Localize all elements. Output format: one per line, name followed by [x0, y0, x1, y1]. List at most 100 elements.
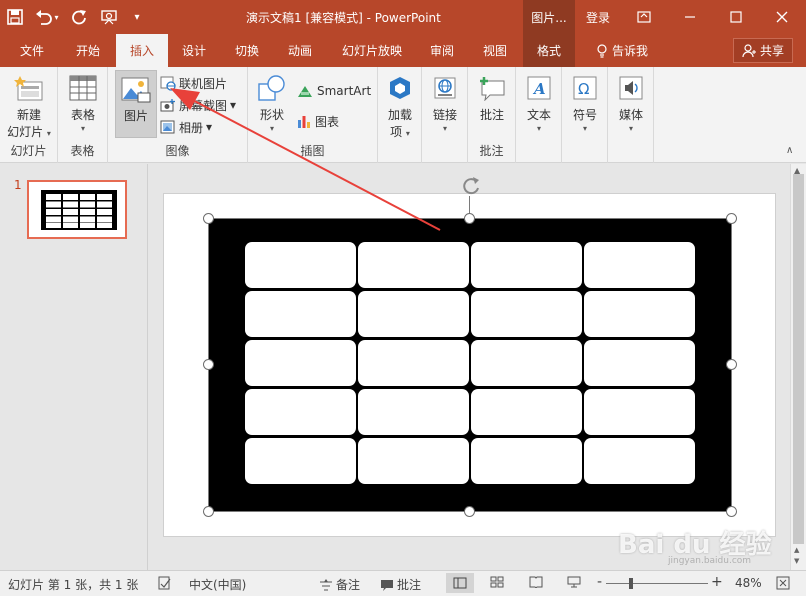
minimize-button[interactable] [667, 0, 713, 34]
share-button[interactable]: 共享 [733, 38, 793, 63]
prev-slide-icon[interactable]: ▲ [794, 546, 799, 554]
notes-icon [320, 578, 332, 590]
user-icon [742, 43, 756, 57]
zoom-slider-track[interactable] [606, 583, 708, 584]
customize-qat-button[interactable]: ▾ [124, 0, 150, 34]
zoom-level[interactable]: 48% [735, 576, 762, 590]
notes-button[interactable]: 备注 [319, 576, 360, 593]
media-button[interactable]: 媒体 ▾ [613, 73, 649, 133]
watermark-url: jingyan.baidu.com [668, 556, 752, 566]
tab-insert[interactable]: 插入 [116, 34, 168, 67]
next-slide-icon[interactable]: ▼ [794, 557, 799, 565]
rotate-handle-icon[interactable] [460, 175, 482, 197]
close-button[interactable] [759, 0, 805, 34]
addins-button[interactable]: 加载 项 ▾ [382, 73, 418, 140]
picture-cell [471, 340, 582, 386]
chart-button[interactable]: 图表 [296, 111, 339, 131]
tab-animations[interactable]: 动画 [274, 34, 326, 67]
chart-icon [298, 115, 310, 128]
new-slide-button[interactable]: 新建 幻灯片 ▾ [4, 73, 54, 140]
link-button[interactable]: 链接 ▾ [427, 73, 463, 133]
tab-view[interactable]: 视图 [469, 34, 521, 67]
spell-check-button[interactable] [158, 576, 172, 590]
text-icon: A [524, 73, 554, 103]
close-icon [776, 11, 788, 23]
tell-me-label: 告诉我 [612, 44, 649, 58]
normal-view-button[interactable] [446, 573, 474, 593]
presentation-icon [101, 10, 117, 25]
resize-handle-top-left[interactable] [203, 213, 214, 224]
group-slides-label: 幻灯片 [10, 144, 47, 158]
redo-button[interactable] [64, 0, 94, 34]
comment-button[interactable]: 批注 [474, 73, 510, 123]
resize-handle-bottom-right[interactable] [726, 506, 737, 517]
scroll-thumb[interactable] [793, 174, 804, 544]
picture-cell [245, 438, 356, 484]
symbol-caret-icon: ▾ [582, 124, 587, 133]
fit-slide-button[interactable] [776, 576, 790, 590]
tab-transitions[interactable]: 切换 [221, 34, 273, 67]
language-button[interactable]: 中文(中国) [189, 576, 246, 593]
photo-album-button[interactable]: 相册 ▾ [160, 117, 212, 137]
tab-design[interactable]: 设计 [168, 34, 220, 67]
comments-button[interactable]: 批注 [380, 576, 421, 593]
tab-slideshow[interactable]: 幻灯片放映 [330, 34, 414, 67]
media-label: 媒体 [618, 108, 643, 122]
symbol-button[interactable]: Ω 符号 ▾ [567, 73, 603, 133]
window-title: 演示文稿1 [兼容模式] - PowerPoint [246, 11, 441, 25]
picture-tools-context-tab[interactable]: 图片... [523, 0, 575, 34]
picture-cell [358, 242, 469, 288]
tab-home[interactable]: 开始 [62, 34, 114, 67]
tab-file[interactable]: 文件 [6, 34, 58, 67]
picture-button[interactable]: 图片 [115, 70, 157, 138]
resize-handle-bottom[interactable] [464, 506, 475, 517]
save-button[interactable] [0, 0, 30, 34]
shapes-button[interactable]: 形状 ▾ [254, 73, 290, 133]
link-label: 链接 [432, 108, 457, 122]
group-symbols: Ω 符号 ▾ [562, 67, 608, 163]
slideshow-button[interactable] [567, 576, 581, 588]
tab-review[interactable]: 审阅 [416, 34, 468, 67]
vertical-scrollbar[interactable]: ▲ ▲ ▼ [790, 164, 806, 570]
undo-button[interactable]: ▾ [30, 0, 64, 34]
slide-sorter-button[interactable] [490, 576, 504, 588]
tell-me-search[interactable]: 告诉我 [596, 34, 648, 67]
table-button[interactable]: 表格 ▾ [63, 73, 103, 133]
reading-view-button[interactable] [529, 576, 543, 588]
new-slide-label-2-text: 幻灯片 [7, 125, 44, 139]
picture-cell [584, 340, 695, 386]
ribbon-display-options-button[interactable] [621, 0, 667, 34]
screenshot-icon [160, 98, 175, 111]
zoom-in-button[interactable]: + [711, 574, 723, 590]
reading-view-icon [529, 576, 543, 588]
online-picture-button[interactable]: 联机图片 [160, 73, 227, 93]
group-images: 图片 联机图片 屏幕截图 ▾ 相册 ▾ 图像 [108, 67, 248, 163]
picture-cell [584, 242, 695, 288]
smartart-label: SmartArt [317, 84, 372, 98]
group-text: A 文本 ▾ [516, 67, 562, 163]
text-button[interactable]: A 文本 ▾ [521, 73, 557, 133]
collapse-ribbon-icon[interactable]: ∧ [786, 145, 793, 156]
undo-icon [36, 10, 53, 25]
screenshot-button[interactable]: 屏幕截图 ▾ [160, 95, 236, 115]
ribbon-tabs: 文件 开始 插入 设计 切换 动画 幻灯片放映 审阅 视图 格式 告诉我 共享 [0, 34, 806, 67]
resize-handle-bottom-left[interactable] [203, 506, 214, 517]
selected-picture[interactable] [209, 219, 731, 511]
tab-format[interactable]: 格式 [523, 34, 575, 67]
maximize-button[interactable] [713, 0, 759, 34]
resize-handle-right[interactable] [726, 359, 737, 370]
zoom-out-button[interactable]: - [597, 574, 602, 590]
resize-handle-left[interactable] [203, 359, 214, 370]
smartart-button[interactable]: SmartArt [296, 81, 371, 101]
resize-handle-top[interactable] [464, 213, 475, 224]
start-presentation-button[interactable] [94, 0, 124, 34]
zoom-slider-thumb[interactable] [629, 578, 633, 589]
slide-thumbnail[interactable] [27, 180, 127, 239]
link-caret-icon: ▾ [442, 124, 447, 133]
smartart-icon [298, 85, 312, 97]
undo-dropdown-icon[interactable]: ▾ [54, 13, 58, 22]
svg-text:Ω: Ω [578, 80, 589, 98]
spell-check-icon [158, 576, 171, 590]
login-link[interactable]: 登录 [586, 9, 610, 26]
resize-handle-top-right[interactable] [726, 213, 737, 224]
